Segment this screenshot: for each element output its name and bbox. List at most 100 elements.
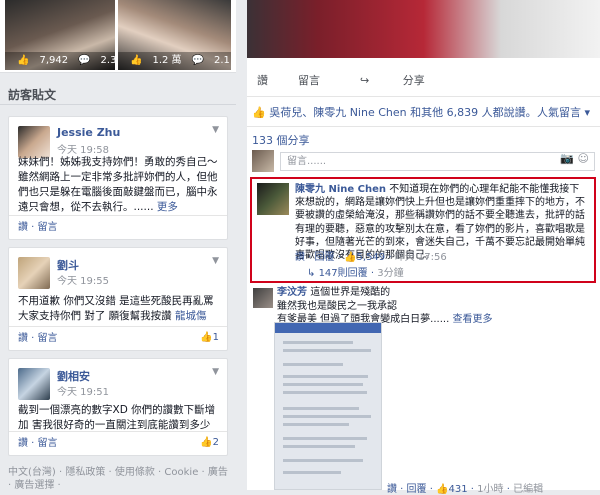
photo-likes: 1.2 萬 [152, 55, 182, 66]
avatar[interactable] [253, 288, 273, 308]
comment-time[interactable]: 昨天 17:56 [395, 252, 447, 263]
replies-link[interactable]: 147則回覆 [319, 268, 368, 279]
avatar[interactable] [257, 183, 289, 215]
text-line [283, 471, 341, 474]
avatar[interactable] [18, 126, 50, 158]
divider [0, 104, 236, 105]
divider [247, 126, 600, 127]
phone-status-bar [275, 323, 381, 333]
text-line [283, 459, 363, 462]
emoji-icon[interactable]: ☺ [578, 152, 589, 165]
text-line [283, 415, 371, 418]
comment-author[interactable]: 李汶芳 [277, 287, 307, 298]
visitor-post: Jessie Zhu 今天 19:58 ▼ 妹妹們！姊姊我支持妳們！勇敢的秀自己… [8, 116, 228, 240]
visitor-post: 劉相安 今天 19:51 ▼ 截到一個漂亮的數字XD 你們的讚數下斷增加 害我很… [8, 358, 228, 456]
post-likes[interactable]: 👍2 [200, 431, 219, 455]
see-more-link[interactable]: 更多 [157, 201, 178, 213]
photo-thumbnail[interactable]: 👍 7,942 💬 2.3 萬 [5, 0, 115, 70]
liked-by-text[interactable]: 吳荷兒、陳零九 Nine Chen 和其他 6,839 人都說讚。 [269, 106, 536, 119]
share-label: 分享 [402, 74, 425, 87]
photo-stats: 👍 1.2 萬 💬 2.1 萬 [118, 52, 231, 70]
chevron-down-icon[interactable]: ▼ [212, 256, 219, 266]
share-button[interactable]: ↪ 分享 [350, 74, 445, 87]
post-like-count: 2 [212, 437, 219, 448]
comment-button[interactable]: 留言 [298, 74, 320, 87]
chevron-down-icon[interactable]: ▼ [212, 367, 219, 377]
like-icon: 👍 [200, 437, 213, 448]
like-count-icon: 👍 [17, 55, 30, 66]
text-line [283, 437, 367, 440]
post-photo[interactable] [247, 0, 600, 58]
post-author[interactable]: 劉斗 [57, 257, 79, 273]
post-time[interactable]: 今天 19:51 [57, 383, 109, 398]
post-body: 妹妹們！姊姊我支持妳們！勇敢的秀自己～雖然網路上一定非常多批評妳們的人，但他們也… [18, 155, 218, 215]
comment-count-icon: 💬 [78, 55, 91, 66]
footer-links[interactable]: 中文(台灣) · 隱私政策 · 使用條款 · Cookie · 廣告 · 廣告選… [8, 466, 228, 492]
post-time[interactable]: 今天 19:58 [57, 141, 109, 156]
comment-tools: 📷 ☺ [560, 152, 589, 165]
comment-actions[interactable]: 讚 · 回覆 · [295, 252, 344, 263]
post-likes[interactable]: 👍1 [200, 326, 219, 350]
comment-author[interactable]: 陳零九 Nine Chen [295, 184, 386, 195]
text-line [283, 341, 353, 344]
photo-likes: 7,942 [39, 55, 69, 66]
visitor-post: 劉斗 今天 19:55 ▼ 不用道歉 你們又沒錯 是這些死酸民再亂罵 大家支持你… [8, 247, 228, 351]
comment-count-icon: 💬 [191, 55, 204, 66]
comment-attached-screenshot[interactable] [274, 322, 382, 490]
post-like-count: 1 [212, 332, 219, 343]
comment-sort-dropdown[interactable]: 人氣留言 ▾ [537, 104, 590, 120]
visitor-posts-heading: 訪客貼文 [8, 88, 57, 102]
text-line [283, 445, 355, 448]
post-actions[interactable]: 讚 · 留言 [9, 326, 227, 350]
post-time[interactable]: 今天 19:55 [57, 272, 109, 287]
share-count[interactable]: 133 個分享 [247, 132, 600, 148]
text-line [283, 349, 371, 352]
reply-row: ↳ 147則回覆 · 3分鐘 [307, 268, 404, 279]
post-detail: 讚 留言 ↪ 分享 👍 吳荷兒、陳零九 Nine Chen 和其他 6,839 人都… [247, 0, 600, 495]
like-button[interactable]: 讚 [257, 74, 268, 87]
text-line [283, 391, 367, 394]
photo-comments: 2.3 萬 [100, 55, 115, 66]
post-body: 不用道歉 你們又沒錯 是這些死酸民再亂罵 大家支持你們 對了 願復幫我按讚 龍城… [18, 294, 218, 324]
like-icon: 👍 [344, 252, 357, 263]
divider [247, 96, 600, 97]
text-line [283, 407, 359, 410]
text-line [283, 363, 343, 366]
comment-line: 雖然我也是酸民之一我承認 [277, 300, 397, 312]
avatar [252, 150, 274, 172]
comment-meta: 讚 · 回覆 · 👍5,549 · 昨天 17:56 [295, 252, 447, 263]
comment-line: 這個世界是殘酷的 [310, 287, 391, 298]
reply-time[interactable]: 3分鐘 [377, 268, 403, 279]
comment-composer: 留言...... 📷 ☺ [252, 150, 595, 174]
comment-input[interactable]: 留言...... [280, 152, 595, 171]
chevron-down-icon[interactable]: ▼ [212, 125, 219, 135]
post-link[interactable]: 龍城傷 [175, 310, 207, 322]
like-count-icon: 👍 [130, 55, 143, 66]
avatar[interactable] [18, 368, 50, 400]
share-icon: ↪ [360, 74, 373, 87]
text-line [283, 375, 368, 378]
see-more-link[interactable]: 查看更多 [452, 314, 492, 325]
post-author[interactable]: 劉相安 [57, 368, 90, 384]
photo-stats: 👍 7,942 💬 2.3 萬 [5, 52, 115, 70]
avatar[interactable] [18, 257, 50, 289]
photo-thumbnail[interactable]: 👍 1.2 萬 💬 2.1 萬 [118, 0, 231, 70]
comment-text: 李汶芳 這個世界是殘酷的 雖然我也是酸民之一我承認 有爹最美 但過了頭我會變成白… [277, 286, 593, 327]
like-icon: 👍 [200, 332, 213, 343]
post-body: 截到一個漂亮的數字XD 你們的讚數下斷增加 害我很好奇的一直關注到底能讚到多少 [18, 404, 216, 431]
left-column: 👍 7,942 💬 2.3 萬 👍 1.2 萬 💬 2.1 萬 訪客貼文 Jessie Zh… [0, 0, 236, 492]
thumbs-up-icon: 👍 [252, 106, 270, 119]
text-line [283, 423, 349, 426]
liked-by-row: 👍 吳荷兒、陳零九 Nine Chen 和其他 6,839 人都說讚。 人氣留言… [247, 104, 600, 124]
post-text: 妹妹們！姊姊我支持妳們！勇敢的秀自己～雖然網路上一定非常多批評妳們的人，但他們也… [18, 156, 218, 213]
reply-arrow-icon: ↳ [307, 268, 319, 279]
photo-comments: 2.1 萬 [214, 55, 231, 66]
post-actions[interactable]: 讚 · 留言 [9, 431, 227, 455]
photo-strip: 👍 7,942 💬 2.3 萬 👍 1.2 萬 💬 2.1 萬 [0, 0, 236, 73]
comment-like-count[interactable]: 5,549 [357, 252, 386, 263]
post-action-bar: 讚 留言 ↪ 分享 [247, 72, 600, 92]
post-actions[interactable]: 讚 · 留言 [9, 215, 227, 239]
comment-meta: 讚 · 回覆 · 👍431 · 1小時 · 已編輯 [387, 484, 544, 495]
camera-icon[interactable]: 📷 [560, 152, 574, 165]
post-author[interactable]: Jessie Zhu [57, 126, 120, 139]
